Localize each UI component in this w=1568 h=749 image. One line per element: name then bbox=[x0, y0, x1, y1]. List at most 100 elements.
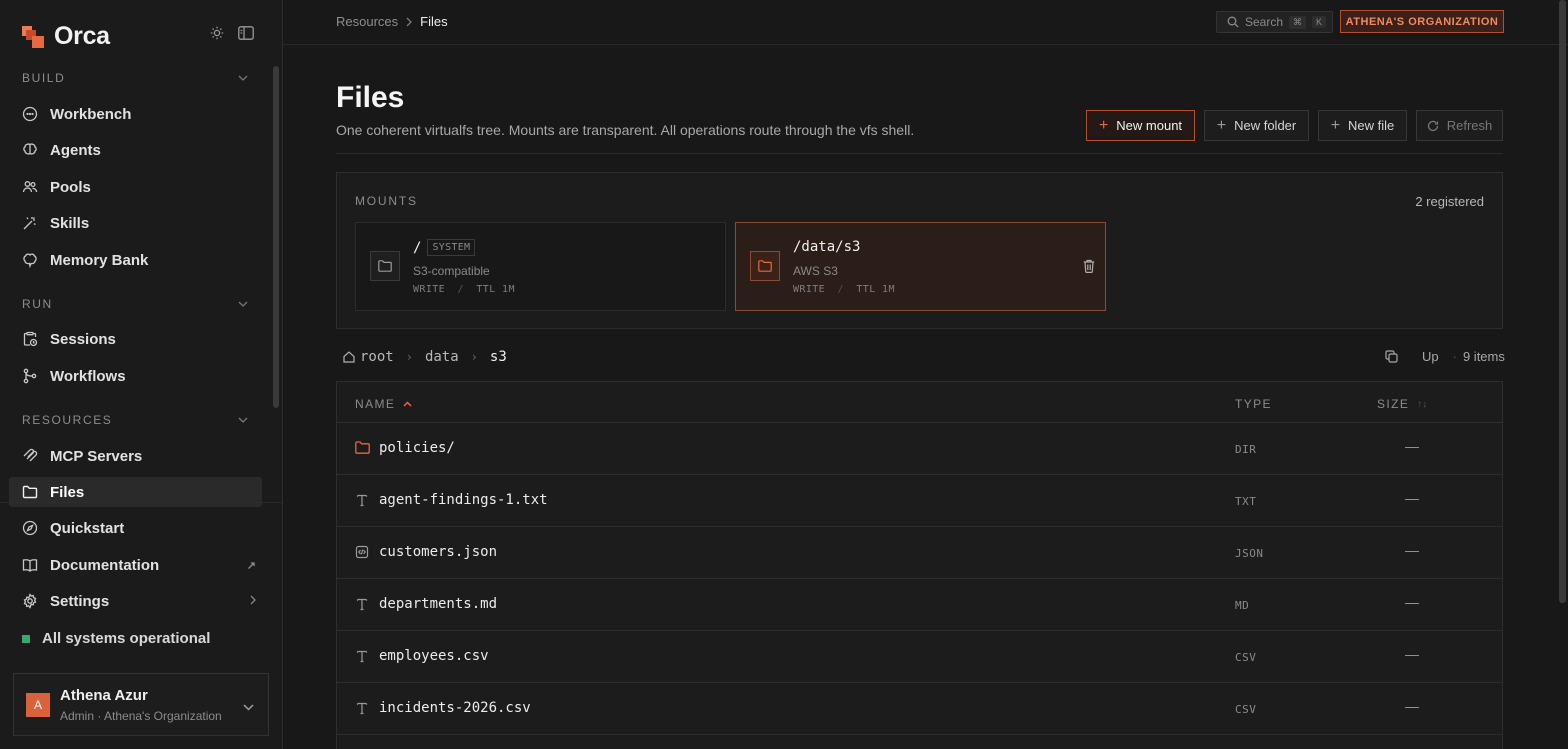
page-scrollbar[interactable] bbox=[1559, 0, 1566, 603]
organization-badge[interactable]: ATHENA'S ORGANIZATION bbox=[1340, 10, 1504, 33]
breadcrumb-resources[interactable]: Resources bbox=[336, 14, 398, 29]
table-row[interactable]: employees.csv CSV — bbox=[337, 631, 1502, 683]
file-name: incidents-2026.csv bbox=[379, 700, 531, 716]
file-size: — bbox=[1405, 646, 1419, 662]
mounts-count: 2 registered bbox=[1415, 194, 1484, 209]
app-logo[interactable]: Orca bbox=[22, 22, 110, 51]
column-type-header[interactable]: TYPE bbox=[1235, 397, 1272, 411]
chevron-down-icon bbox=[238, 301, 248, 307]
book-open-icon bbox=[22, 559, 38, 572]
text-file-icon bbox=[355, 597, 369, 614]
mount-kind: AWS S3 bbox=[793, 264, 838, 278]
sidebar-scrollbar[interactable] bbox=[273, 66, 279, 408]
system-status[interactable]: All systems operational bbox=[22, 630, 210, 647]
sidebar-item-agents[interactable]: Agents bbox=[9, 135, 262, 165]
column-name-header[interactable]: NAME bbox=[355, 397, 412, 411]
sidebar-divider bbox=[0, 502, 283, 503]
file-size: — bbox=[1405, 542, 1419, 558]
sidebar-item-settings[interactable]: Settings bbox=[9, 586, 262, 616]
section-build[interactable]: BUILD bbox=[22, 71, 248, 85]
file-name: employees.csv bbox=[379, 648, 489, 664]
table-row[interactable]: incidents-2026.csv CSV — bbox=[337, 683, 1502, 735]
trash-icon[interactable] bbox=[1083, 259, 1095, 276]
clipboard-clock-icon bbox=[23, 331, 38, 347]
sidebar-item-pools[interactable]: Pools bbox=[9, 172, 262, 202]
sidebar-item-skills[interactable]: Skills bbox=[9, 208, 262, 238]
refresh-button[interactable]: Refresh bbox=[1416, 110, 1503, 141]
sidebar-item-mcp-servers[interactable]: MCP Servers bbox=[9, 441, 262, 471]
file-table: NAME TYPE SIZE ↑↓ policies/ DIR — agent-… bbox=[336, 381, 1503, 749]
user-menu[interactable]: A Athena Azur Admin · Athena's Organizat… bbox=[13, 673, 269, 736]
up-button[interactable]: Up bbox=[1422, 349, 1439, 364]
top-bar: Resources Files Search ⌘ K ATHENA'S ORGA… bbox=[283, 0, 1568, 45]
mount-card-data-s3[interactable]: /data/s3 AWS S3 WRITE / TTL 1M bbox=[735, 222, 1106, 311]
breadcrumb-files: Files bbox=[420, 14, 448, 29]
new-folder-button[interactable]: + New folder bbox=[1204, 110, 1309, 141]
mount-card-root[interactable]: / SYSTEM S3-compatible WRITE / TTL 1M bbox=[355, 222, 726, 311]
gear-icon bbox=[23, 593, 37, 609]
new-file-button[interactable]: + New file bbox=[1318, 110, 1407, 141]
sidebar-item-memory-bank[interactable]: Memory Bank bbox=[9, 245, 262, 275]
page-subtitle: One coherent virtualfs tree. Mounts are … bbox=[336, 122, 915, 138]
sidebar-toggle-icon[interactable] bbox=[238, 26, 254, 40]
mount-path: / bbox=[413, 239, 422, 256]
text-file-icon bbox=[355, 701, 369, 718]
system-tag: SYSTEM bbox=[427, 239, 476, 256]
table-row[interactable]: departments.md MD — bbox=[337, 579, 1502, 631]
search-button[interactable]: Search ⌘ K bbox=[1216, 11, 1333, 33]
brain-icon bbox=[23, 143, 37, 155]
shortcut-key: K bbox=[1312, 16, 1327, 28]
file-size: — bbox=[1405, 438, 1419, 454]
path-s3: s3 bbox=[489, 349, 507, 365]
file-name: policies/ bbox=[379, 440, 455, 456]
section-run[interactable]: RUN bbox=[22, 297, 248, 311]
copy-icon[interactable] bbox=[1385, 350, 1398, 363]
path-root[interactable]: root bbox=[343, 349, 394, 365]
text-file-icon bbox=[355, 493, 369, 510]
column-size-header[interactable]: SIZE ↑↓ bbox=[1377, 397, 1427, 411]
sidebar-item-sessions[interactable]: Sessions bbox=[9, 324, 262, 354]
plus-icon: + bbox=[1098, 116, 1109, 134]
table-row[interactable]: agent-findings-1.txt TXT — bbox=[337, 475, 1502, 527]
item-count: 9 items bbox=[1462, 349, 1505, 364]
sidebar-item-workflows[interactable]: Workflows bbox=[9, 361, 262, 391]
file-path-breadcrumb: root › data › s3 bbox=[343, 349, 507, 365]
home-icon bbox=[343, 351, 355, 363]
sun-icon[interactable] bbox=[210, 26, 224, 40]
sidebar: Orca BUILD Workbench Agents Pools Skills… bbox=[0, 0, 283, 749]
path-data[interactable]: data bbox=[425, 349, 459, 365]
table-row[interactable]: customers.json JSON — bbox=[337, 527, 1502, 579]
shortcut-key: ⌘ bbox=[1289, 15, 1307, 29]
table-row[interactable]: policies/ DIR — bbox=[337, 423, 1502, 475]
new-mount-button[interactable]: + New mount bbox=[1086, 110, 1195, 141]
external-link-icon: ↗ bbox=[246, 559, 256, 572]
section-resources[interactable]: RESOURCES bbox=[22, 413, 248, 427]
users-icon bbox=[22, 181, 38, 193]
separator-dot: · bbox=[1452, 349, 1457, 364]
chevron-right-icon: › bbox=[470, 350, 478, 364]
sidebar-item-workbench[interactable]: Workbench bbox=[9, 99, 262, 129]
folder-icon bbox=[22, 485, 38, 499]
mcp-icon bbox=[23, 448, 38, 462]
file-name: agent-findings-1.txt bbox=[379, 492, 548, 508]
user-name: Athena Azur bbox=[60, 686, 148, 704]
search-icon bbox=[1227, 16, 1239, 28]
file-size: — bbox=[1405, 698, 1419, 714]
code-file-icon bbox=[355, 545, 369, 562]
file-type: CSV bbox=[1235, 703, 1257, 716]
sidebar-item-quickstart[interactable]: Quickstart bbox=[9, 513, 262, 543]
folder-icon bbox=[355, 441, 370, 457]
file-type: MD bbox=[1235, 599, 1250, 612]
mount-meta: WRITE / TTL 1M bbox=[413, 284, 515, 295]
refresh-icon bbox=[1427, 120, 1438, 131]
file-size: — bbox=[1405, 490, 1419, 506]
plus-icon: + bbox=[1330, 116, 1341, 134]
mounts-heading: MOUNTS bbox=[355, 194, 418, 208]
page-title: Files bbox=[336, 81, 405, 114]
sidebar-item-documentation[interactable]: Documentation ↗ bbox=[9, 550, 262, 580]
plus-icon: + bbox=[1216, 116, 1227, 134]
memory-brain-icon bbox=[23, 253, 37, 268]
folder-icon bbox=[750, 251, 780, 281]
file-name: departments.md bbox=[379, 596, 498, 612]
folder-icon bbox=[370, 251, 400, 281]
